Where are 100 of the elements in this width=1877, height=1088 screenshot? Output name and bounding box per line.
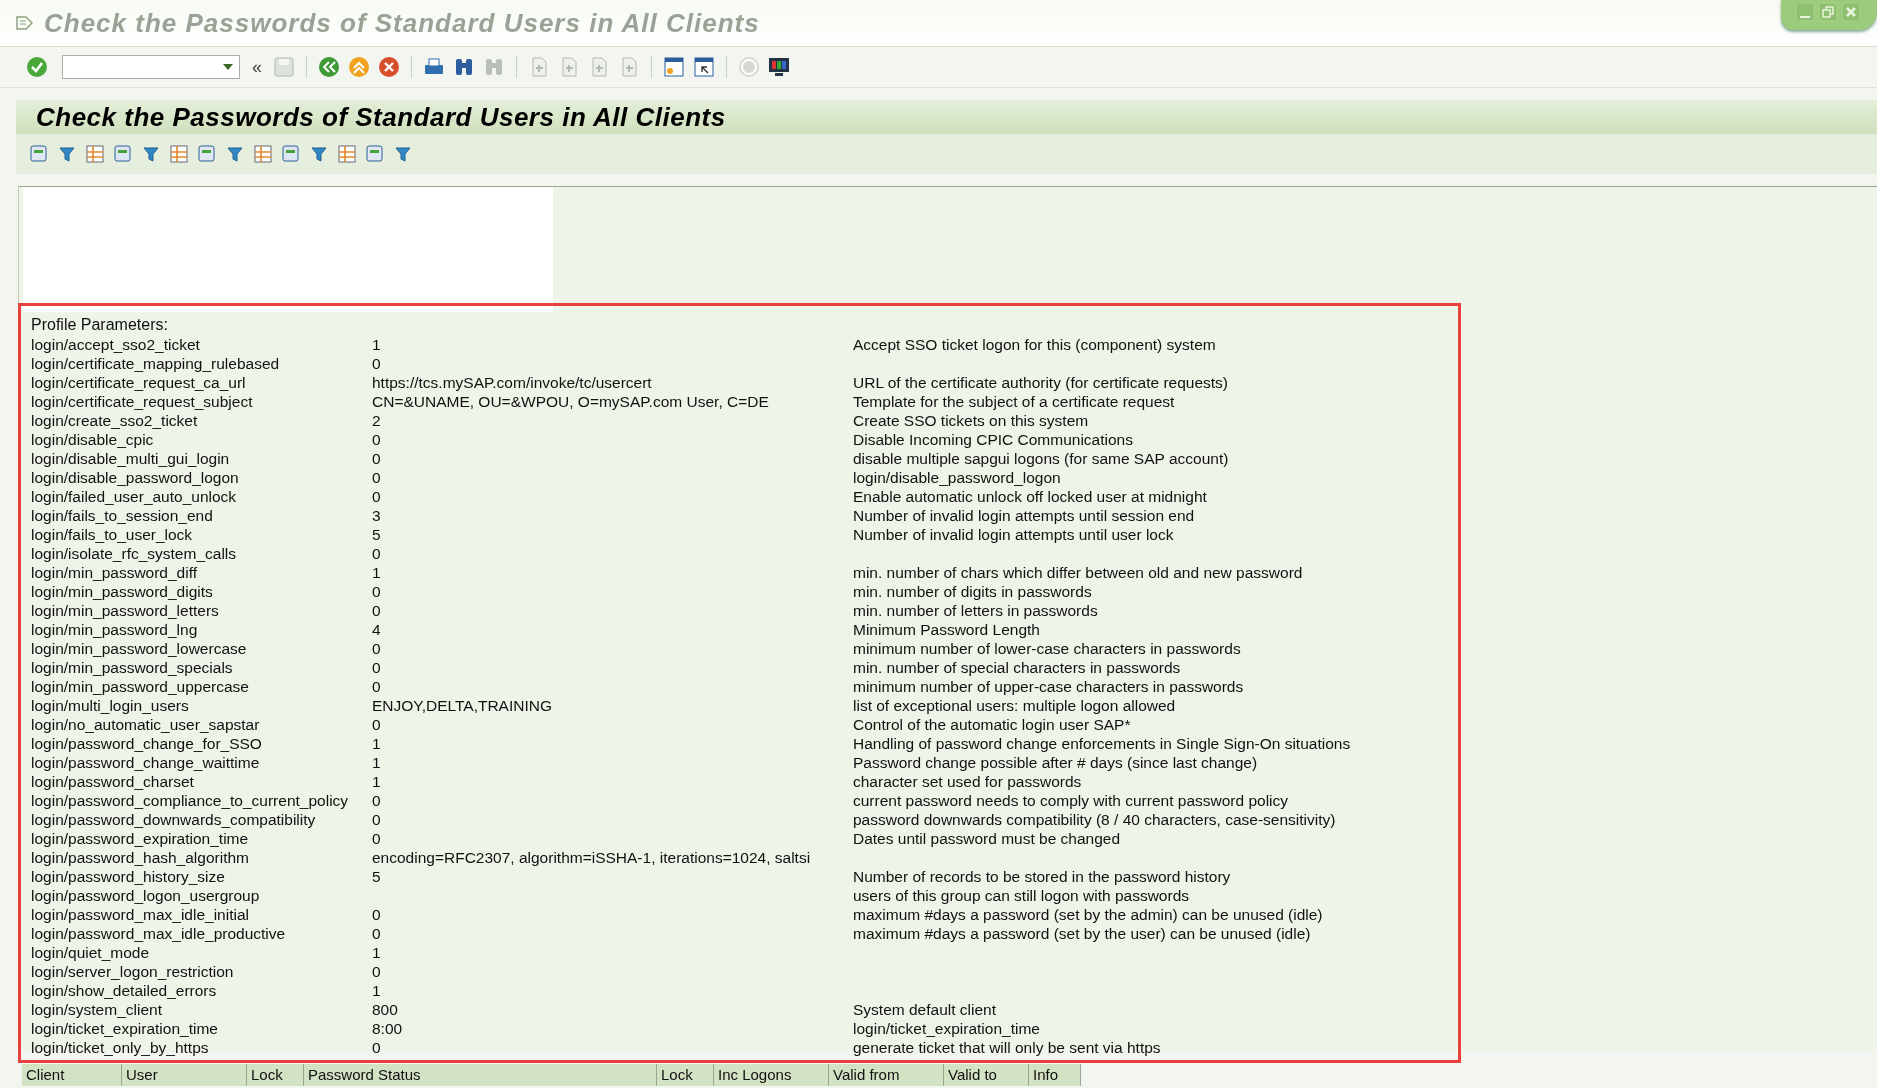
column-header[interactable]: Client [22, 1064, 122, 1086]
close-icon[interactable] [1841, 2, 1861, 22]
parameter-name: login/min_password_lng [31, 620, 199, 639]
parameter-value: 1 [372, 754, 381, 771]
parameter-description: Create SSO tickets on this system [853, 412, 1089, 429]
parameter-name: login/show_detailed_errors [31, 981, 218, 1000]
parameter-name: login/disable_cpic [31, 430, 155, 449]
minimize-icon[interactable] [1795, 2, 1815, 22]
exit-icon[interactable] [347, 55, 371, 79]
column-header[interactable]: Info [1029, 1064, 1081, 1086]
parameter-description: min. number of chars which differ between old and new password [853, 564, 1303, 581]
parameter-description: disable multiple sapgui logons (for same SAP account) [853, 450, 1229, 467]
parameter-name: login/password_downwards_compatibility [31, 810, 317, 829]
parameter-name: login/password_charset [31, 772, 195, 791]
parameter-description: Disable Incoming CPIC Communications [853, 431, 1133, 448]
parameter-value: 8:00 [372, 1020, 403, 1037]
parameter-value: CN=&UNAME, OU=&WPOU, O=mySAP.com User, C=DE [372, 393, 769, 410]
parameter-value: 0 [372, 583, 381, 600]
parameter-value: 0 [372, 545, 381, 562]
parameter-value: 5 [372, 526, 381, 543]
parameter-name: login/password_change_waittime [31, 753, 261, 772]
parameter-value: 1 [372, 735, 381, 752]
parameter-name: login/min_password_specials [31, 658, 234, 677]
parameter-value: ENJOY,DELTA,TRAINING [372, 697, 552, 714]
menu-icon[interactable] [16, 16, 34, 30]
parameter-name: login/disable_password_logon [31, 468, 240, 487]
parameter-name: login/min_password_uppercase [31, 677, 250, 696]
check-icon[interactable] [26, 56, 48, 78]
column-header[interactable]: Lock [657, 1064, 714, 1086]
dropdown-icon[interactable] [223, 63, 233, 71]
parameter-name: login/min_password_lowercase [31, 639, 248, 658]
parameter-description: login/disable_password_logon [853, 469, 1061, 486]
restore-icon[interactable] [1818, 2, 1838, 22]
back-icon[interactable] [317, 55, 341, 79]
parameter-name: login/fails_to_user_lock [31, 525, 194, 544]
column-header[interactable]: Inc Logons [714, 1064, 829, 1086]
parameter-name: login/min_password_letters [31, 601, 220, 620]
column-header[interactable]: Valid from [829, 1064, 944, 1086]
parameter-description: Password change possible after # days (since last change) [853, 754, 1258, 771]
cancel-icon[interactable] [377, 55, 401, 79]
parameter-name: login/create_sso2_ticket [31, 411, 199, 430]
parameter-value: 800 [372, 1001, 398, 1018]
parameter-name: login/password_logon_usergroup [31, 886, 261, 905]
column-header[interactable]: Valid to [944, 1064, 1029, 1086]
parameter-description: min. number of digits in passwords [853, 583, 1092, 600]
parameter-name: login/password_max_idle_productive [31, 924, 287, 943]
parameter-description: character set used for passwords [853, 773, 1082, 790]
parameter-name: login/multi_login_users [31, 696, 190, 715]
parameter-name: login/password_compliance_to_current_policy [31, 791, 350, 810]
parameter-name: login/certificate_mapping_rulebased [31, 354, 281, 373]
parameter-description: password downwards compatibility (8 / 40 characters, case-sensitivity) [853, 811, 1336, 828]
parameter-value: encoding=RFC2307, algorithm=iSSHA-1, iterations=1024, saltsi [372, 849, 811, 866]
parameter-value: 0 [372, 716, 381, 733]
parameter-value: 0 [372, 355, 381, 372]
parameter-description: Minimum Password Length [853, 621, 1040, 638]
parameter-value: 0 [372, 431, 381, 448]
parameter-description: Template for the subject of a certificate request [853, 393, 1175, 410]
parameter-value: 5 [372, 868, 381, 885]
shortcut-icon[interactable] [692, 55, 716, 79]
command-field[interactable] [62, 55, 240, 79]
parameter-value: 0 [372, 1039, 381, 1056]
parameter-value: 3 [372, 507, 381, 524]
parameter-description: users of this group can still logon with passwords [853, 887, 1189, 904]
parameter-name: login/password_expiration_time [31, 829, 250, 848]
parameter-description: current password needs to comply with current password policy [853, 792, 1289, 809]
parameter-description: minimum number of upper-case characters in passwords [853, 678, 1244, 695]
parameter-name: login/fails_to_session_end [31, 506, 214, 525]
parameter-value: 0 [372, 906, 381, 923]
parameter-name: login/min_password_digits [31, 582, 214, 601]
parameter-value: 1 [372, 773, 381, 790]
screen-title: Check the Passwords of Standard Users in All Clients [36, 101, 726, 133]
parameter-name: login/no_automatic_user_sapstar [31, 715, 261, 734]
collapse-button[interactable]: « [252, 56, 262, 78]
parameter-description: URL of the certificate authority (for certificate requests) [853, 374, 1229, 391]
parameter-description: Number of invalid login attempts until user lock [853, 526, 1174, 543]
parameter-description: Number of invalid login attempts until session end [853, 507, 1195, 524]
parameter-value: 0 [372, 469, 381, 486]
parameter-name: login/min_password_diff [31, 563, 198, 582]
parameter-value: 0 [372, 659, 381, 676]
monitor-icon[interactable] [767, 55, 791, 79]
parameter-description: min. number of letters in passwords [853, 602, 1098, 619]
parameter-name: login/isolate_rfc_system_calls [31, 544, 238, 563]
column-header[interactable]: User [122, 1064, 247, 1086]
parameter-value: 2 [372, 412, 381, 429]
parameter-name: login/server_logon_restriction [31, 962, 235, 981]
parameter-value: 0 [372, 450, 381, 467]
parameter-value: 1 [372, 564, 381, 581]
parameter-description: login/ticket_expiration_time [853, 1020, 1040, 1037]
parameter-description: generate ticket that will only be sent via https [853, 1039, 1161, 1056]
parameter-value: 0 [372, 830, 381, 847]
new-window-icon[interactable] [662, 55, 686, 79]
parameter-description: maximum #days a password (set by the admin) can be unused (idle) [853, 906, 1323, 923]
parameter-value: 1 [372, 336, 381, 353]
parameter-name: login/ticket_expiration_time [31, 1019, 219, 1038]
parameter-description: list of exceptional users: multiple logon allowed [853, 697, 1176, 714]
parameter-name: login/disable_multi_gui_login [31, 449, 231, 468]
parameter-value: 0 [372, 640, 381, 657]
column-header[interactable]: Lock [247, 1064, 304, 1086]
column-header[interactable]: Password Status [304, 1064, 657, 1086]
save-icon[interactable] [272, 55, 296, 79]
